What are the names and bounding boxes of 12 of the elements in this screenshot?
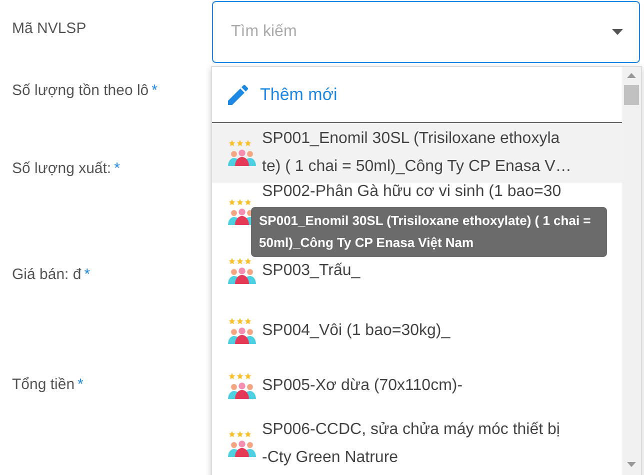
- field-label: Số lượng xuất: *: [12, 160, 120, 177]
- option-text: SP001_Enomil 30SL (Trisiloxane ethoxyla te) ( 1 chai = 50ml)_Công Ty CP Enasa V…: [262, 129, 572, 177]
- option-text: SP006-CCDC, sửa chửa máy móc thiết bị -Cty Green Natrure: [262, 420, 560, 468]
- field-label: Giá bán: đ *: [12, 266, 90, 283]
- field-label: Số lượng tồn theo lô *: [12, 82, 158, 99]
- option-text: SP002-Phân Gà hữu cơ vi sinh (1 bao=30: [262, 182, 562, 202]
- field-label: Tổng tiền *: [12, 376, 84, 393]
- option-text: SP003_Trấu_: [262, 261, 360, 281]
- option-text: SP004_Vôi (1 bao=30kg)_: [262, 321, 450, 341]
- field-label: Mã NVLSP: [12, 20, 86, 37]
- option-text: SP005-Xơ dừa (70x110cm)-: [262, 376, 463, 396]
- tooltip: SP001_Enomil 30SL (Trisiloxane ethoxylate) ( 1 chai = 50ml)_Công Ty CP Enasa Việt Nam: [251, 207, 607, 257]
